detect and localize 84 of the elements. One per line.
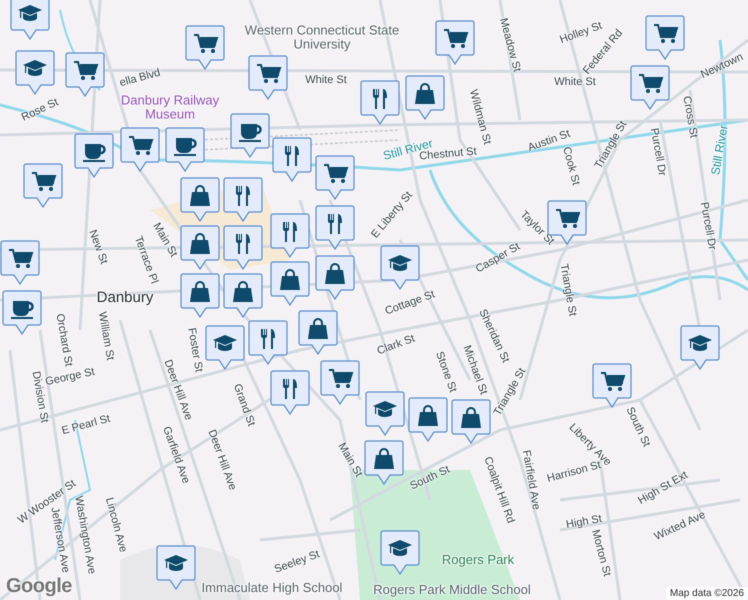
graduation-cap-marker[interactable] bbox=[10, 0, 50, 41]
street-label: Seeley St bbox=[272, 548, 322, 576]
cup-marker[interactable] bbox=[230, 113, 270, 159]
street-label: E Pearl St bbox=[60, 412, 112, 438]
graduation-cap-marker[interactable] bbox=[15, 50, 55, 96]
cart-marker[interactable] bbox=[65, 52, 105, 98]
street-label: Clark St bbox=[376, 332, 416, 358]
cart-marker[interactable] bbox=[315, 155, 355, 201]
fork-knife-marker[interactable] bbox=[272, 137, 312, 183]
cart-marker[interactable] bbox=[630, 65, 670, 111]
place-label: Immaculate High School bbox=[200, 580, 344, 596]
street-label: Deer Hill Ave bbox=[205, 428, 239, 492]
place-label: Danbury Railway Museum bbox=[120, 94, 220, 122]
graduation-cap-marker[interactable] bbox=[380, 530, 420, 576]
street-label: High St bbox=[565, 512, 603, 531]
graduation-cap-marker[interactable] bbox=[365, 391, 405, 437]
street-label: Washington Ave bbox=[72, 495, 98, 575]
bag-marker[interactable] bbox=[223, 273, 263, 319]
cart-marker[interactable] bbox=[645, 15, 685, 61]
bag-marker[interactable] bbox=[180, 225, 220, 271]
cart-marker[interactable] bbox=[320, 360, 360, 406]
street-label: Cross St bbox=[680, 95, 700, 139]
bag-marker[interactable] bbox=[298, 310, 338, 356]
street-label: Holley St bbox=[558, 20, 604, 46]
cup-marker[interactable] bbox=[165, 127, 205, 173]
street-label: ella Blvd bbox=[118, 66, 162, 90]
cart-marker[interactable] bbox=[23, 163, 63, 209]
fork-knife-marker[interactable] bbox=[270, 213, 310, 259]
street-label: South St bbox=[624, 405, 652, 449]
bag-marker[interactable] bbox=[180, 177, 220, 223]
cart-marker[interactable] bbox=[0, 240, 40, 286]
street-label: William St bbox=[96, 310, 116, 362]
map-logo: Google bbox=[6, 575, 72, 598]
street-label: White St bbox=[305, 74, 347, 86]
fork-knife-marker[interactable] bbox=[315, 205, 355, 251]
fork-knife-marker[interactable] bbox=[223, 225, 263, 271]
graduation-cap-marker[interactable] bbox=[380, 245, 420, 291]
map-attribution: Map data ©2026 bbox=[666, 587, 748, 600]
street-label: Meadow St bbox=[497, 16, 523, 74]
graduation-cap-marker[interactable] bbox=[205, 325, 245, 371]
place-label: Rogers Park Middle School bbox=[372, 582, 532, 598]
cart-marker[interactable] bbox=[435, 20, 475, 66]
bag-marker[interactable] bbox=[405, 75, 445, 121]
bag-marker[interactable] bbox=[451, 399, 491, 445]
bag-marker[interactable] bbox=[315, 255, 355, 301]
fork-knife-marker[interactable] bbox=[360, 80, 400, 126]
cart-marker[interactable] bbox=[185, 25, 225, 71]
cart-marker[interactable] bbox=[592, 363, 632, 409]
river-label: Still River bbox=[709, 124, 731, 176]
street-label: Rose St bbox=[20, 96, 60, 124]
street-label: Lincoln Ave bbox=[102, 496, 130, 554]
graduation-cap-marker[interactable] bbox=[680, 325, 720, 371]
street-label: Coalpit Hill Rd bbox=[481, 455, 517, 525]
street-label: White St bbox=[554, 76, 596, 88]
street-label: George St bbox=[44, 366, 96, 388]
cup-marker[interactable] bbox=[74, 133, 114, 179]
street-label: Orchard St bbox=[53, 312, 75, 368]
street-label: Morton St bbox=[589, 528, 613, 578]
cart-marker[interactable] bbox=[248, 55, 288, 101]
street-label: Grand St bbox=[230, 382, 258, 428]
street-label: Purcell Dr bbox=[648, 127, 668, 177]
park-label: Rogers Park bbox=[442, 552, 514, 568]
bag-marker[interactable] bbox=[364, 440, 404, 486]
street-label: High St Ext bbox=[636, 469, 690, 507]
bag-marker[interactable] bbox=[408, 397, 448, 443]
street-label: Wildman St bbox=[466, 88, 494, 146]
street-label: Triangle St bbox=[557, 262, 579, 318]
town-label: Danbury bbox=[96, 290, 154, 306]
graduation-cap-marker[interactable] bbox=[156, 545, 196, 591]
street-label: South St bbox=[408, 464, 452, 492]
street-label: Fairfield Ave bbox=[520, 449, 542, 511]
bag-marker[interactable] bbox=[270, 261, 310, 307]
street-label: New St bbox=[86, 228, 110, 266]
fork-knife-marker[interactable] bbox=[270, 370, 310, 416]
street-label: Cook St bbox=[560, 146, 582, 186]
street-label: Stone St bbox=[433, 350, 459, 394]
bag-marker[interactable] bbox=[180, 273, 220, 319]
fork-knife-marker[interactable] bbox=[248, 320, 288, 366]
cart-marker[interactable] bbox=[120, 127, 160, 173]
fork-knife-marker[interactable] bbox=[223, 177, 263, 223]
cup-marker[interactable] bbox=[2, 290, 42, 336]
street-label: Cottage St bbox=[384, 288, 436, 318]
place-label: Western Connecticut State University bbox=[244, 24, 400, 52]
street-label: Purcell Dr bbox=[698, 201, 718, 251]
